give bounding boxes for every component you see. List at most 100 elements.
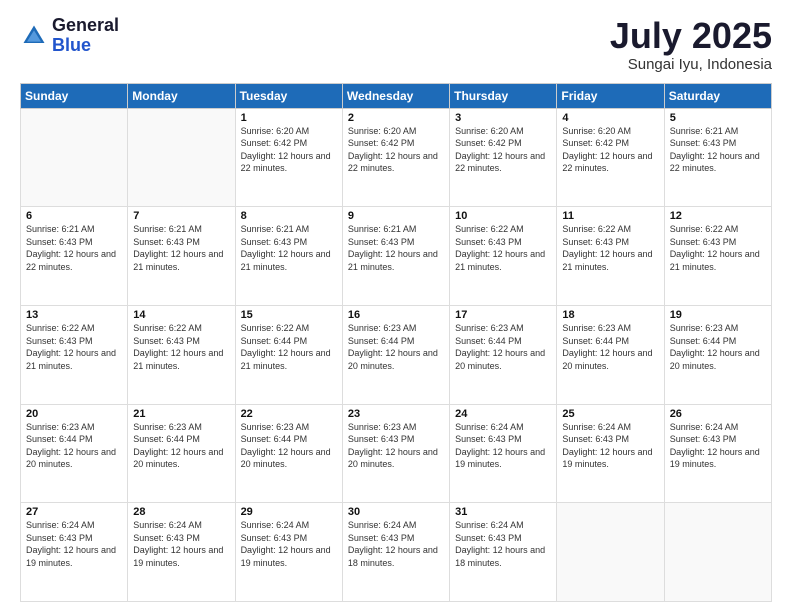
day-info: Sunrise: 6:23 AM Sunset: 6:44 PM Dayligh… [26, 421, 122, 471]
calendar-cell: 27Sunrise: 6:24 AM Sunset: 6:43 PM Dayli… [21, 503, 128, 602]
day-info: Sunrise: 6:23 AM Sunset: 6:44 PM Dayligh… [455, 322, 551, 372]
day-number: 29 [241, 506, 337, 518]
day-info: Sunrise: 6:21 AM Sunset: 6:43 PM Dayligh… [241, 223, 337, 273]
day-number: 26 [670, 408, 766, 420]
day-info: Sunrise: 6:22 AM Sunset: 6:43 PM Dayligh… [455, 223, 551, 273]
calendar-cell: 28Sunrise: 6:24 AM Sunset: 6:43 PM Dayli… [128, 503, 235, 602]
day-info: Sunrise: 6:23 AM Sunset: 6:44 PM Dayligh… [241, 421, 337, 471]
calendar-week: 20Sunrise: 6:23 AM Sunset: 6:44 PM Dayli… [21, 404, 772, 503]
calendar-cell: 7Sunrise: 6:21 AM Sunset: 6:43 PM Daylig… [128, 207, 235, 306]
day-info: Sunrise: 6:23 AM Sunset: 6:43 PM Dayligh… [348, 421, 444, 471]
day-info: Sunrise: 6:22 AM Sunset: 6:43 PM Dayligh… [26, 322, 122, 372]
day-info: Sunrise: 6:20 AM Sunset: 6:42 PM Dayligh… [348, 125, 444, 175]
day-number: 6 [26, 210, 122, 222]
day-number: 20 [26, 408, 122, 420]
logo-icon [20, 22, 48, 50]
day-number: 11 [562, 210, 658, 222]
day-info: Sunrise: 6:24 AM Sunset: 6:43 PM Dayligh… [670, 421, 766, 471]
calendar-cell [128, 108, 235, 207]
day-header: Monday [128, 83, 235, 108]
calendar-cell: 10Sunrise: 6:22 AM Sunset: 6:43 PM Dayli… [450, 207, 557, 306]
calendar-cell: 23Sunrise: 6:23 AM Sunset: 6:43 PM Dayli… [342, 404, 449, 503]
calendar-cell: 12Sunrise: 6:22 AM Sunset: 6:43 PM Dayli… [664, 207, 771, 306]
logo: General Blue [20, 16, 119, 56]
calendar-cell: 2Sunrise: 6:20 AM Sunset: 6:42 PM Daylig… [342, 108, 449, 207]
day-info: Sunrise: 6:24 AM Sunset: 6:43 PM Dayligh… [455, 519, 551, 569]
calendar-cell: 21Sunrise: 6:23 AM Sunset: 6:44 PM Dayli… [128, 404, 235, 503]
day-number: 31 [455, 506, 551, 518]
calendar-cell: 14Sunrise: 6:22 AM Sunset: 6:43 PM Dayli… [128, 305, 235, 404]
day-info: Sunrise: 6:22 AM Sunset: 6:43 PM Dayligh… [133, 322, 229, 372]
calendar-week: 6Sunrise: 6:21 AM Sunset: 6:43 PM Daylig… [21, 207, 772, 306]
day-number: 4 [562, 112, 658, 124]
calendar-cell: 13Sunrise: 6:22 AM Sunset: 6:43 PM Dayli… [21, 305, 128, 404]
title-block: July 2025 Sungai Iyu, Indonesia [610, 16, 772, 73]
calendar-cell: 6Sunrise: 6:21 AM Sunset: 6:43 PM Daylig… [21, 207, 128, 306]
days-row: SundayMondayTuesdayWednesdayThursdayFrid… [21, 83, 772, 108]
calendar-cell: 8Sunrise: 6:21 AM Sunset: 6:43 PM Daylig… [235, 207, 342, 306]
logo-general: General [52, 16, 119, 36]
day-header: Saturday [664, 83, 771, 108]
month-year: July 2025 [610, 16, 772, 56]
day-number: 1 [241, 112, 337, 124]
day-header: Thursday [450, 83, 557, 108]
day-info: Sunrise: 6:22 AM Sunset: 6:43 PM Dayligh… [670, 223, 766, 273]
day-header: Sunday [21, 83, 128, 108]
day-number: 23 [348, 408, 444, 420]
calendar-cell: 25Sunrise: 6:24 AM Sunset: 6:43 PM Dayli… [557, 404, 664, 503]
day-info: Sunrise: 6:21 AM Sunset: 6:43 PM Dayligh… [670, 125, 766, 175]
day-info: Sunrise: 6:24 AM Sunset: 6:43 PM Dayligh… [133, 519, 229, 569]
day-number: 7 [133, 210, 229, 222]
calendar-week: 1 Sunrise: 6:20 AM Sunset: 6:42 PM Daylig… [21, 108, 772, 207]
day-info: Sunrise: 6:23 AM Sunset: 6:44 PM Dayligh… [562, 322, 658, 372]
day-number: 18 [562, 309, 658, 321]
calendar-table: SundayMondayTuesdayWednesdayThursdayFrid… [20, 83, 772, 602]
calendar-cell: 5Sunrise: 6:21 AM Sunset: 6:43 PM Daylig… [664, 108, 771, 207]
day-number: 28 [133, 506, 229, 518]
calendar-cell: 16Sunrise: 6:23 AM Sunset: 6:44 PM Dayli… [342, 305, 449, 404]
day-info: Sunrise: 6:22 AM Sunset: 6:43 PM Dayligh… [562, 223, 658, 273]
calendar-cell: 29Sunrise: 6:24 AM Sunset: 6:43 PM Dayli… [235, 503, 342, 602]
header: General Blue July 2025 Sungai Iyu, Indon… [20, 16, 772, 73]
day-info: Sunrise: 6:23 AM Sunset: 6:44 PM Dayligh… [670, 322, 766, 372]
calendar-cell: 30Sunrise: 6:24 AM Sunset: 6:43 PM Dayli… [342, 503, 449, 602]
calendar-header: SundayMondayTuesdayWednesdayThursdayFrid… [21, 83, 772, 108]
day-number: 3 [455, 112, 551, 124]
logo-text: General Blue [52, 16, 119, 56]
day-number: 22 [241, 408, 337, 420]
day-header: Friday [557, 83, 664, 108]
day-number: 17 [455, 309, 551, 321]
day-info: Sunrise: 6:22 AM Sunset: 6:44 PM Dayligh… [241, 322, 337, 372]
day-number: 10 [455, 210, 551, 222]
day-number: 13 [26, 309, 122, 321]
calendar-cell: 22Sunrise: 6:23 AM Sunset: 6:44 PM Dayli… [235, 404, 342, 503]
calendar-cell: 4Sunrise: 6:20 AM Sunset: 6:42 PM Daylig… [557, 108, 664, 207]
calendar-week: 27Sunrise: 6:24 AM Sunset: 6:43 PM Dayli… [21, 503, 772, 602]
day-number: 5 [670, 112, 766, 124]
calendar-cell: 17Sunrise: 6:23 AM Sunset: 6:44 PM Dayli… [450, 305, 557, 404]
calendar-week: 13Sunrise: 6:22 AM Sunset: 6:43 PM Dayli… [21, 305, 772, 404]
calendar-cell: 19Sunrise: 6:23 AM Sunset: 6:44 PM Dayli… [664, 305, 771, 404]
day-info: Sunrise: 6:23 AM Sunset: 6:44 PM Dayligh… [348, 322, 444, 372]
day-number: 21 [133, 408, 229, 420]
location: Sungai Iyu, Indonesia [610, 56, 772, 73]
calendar-cell: 9Sunrise: 6:21 AM Sunset: 6:43 PM Daylig… [342, 207, 449, 306]
day-info: Sunrise: 6:21 AM Sunset: 6:43 PM Dayligh… [133, 223, 229, 273]
day-info: Sunrise: 6:20 AM Sunset: 6:42 PM Dayligh… [455, 125, 551, 175]
day-info: Sunrise: 6:20 AM Sunset: 6:42 PM Dayligh… [562, 125, 658, 175]
day-number: 30 [348, 506, 444, 518]
day-number: 25 [562, 408, 658, 420]
day-info: Sunrise: 6:24 AM Sunset: 6:43 PM Dayligh… [241, 519, 337, 569]
day-number: 15 [241, 309, 337, 321]
day-info: Sunrise: 6:24 AM Sunset: 6:43 PM Dayligh… [348, 519, 444, 569]
calendar-cell: 1Sunrise: 6:20 AM Sunset: 6:42 PM Daylig… [235, 108, 342, 207]
day-info: Sunrise: 6:24 AM Sunset: 6:43 PM Dayligh… [562, 421, 658, 471]
calendar-cell [664, 503, 771, 602]
calendar-cell: 31Sunrise: 6:24 AM Sunset: 6:43 PM Dayli… [450, 503, 557, 602]
calendar-cell [21, 108, 128, 207]
calendar-cell: 24Sunrise: 6:24 AM Sunset: 6:43 PM Dayli… [450, 404, 557, 503]
day-number: 12 [670, 210, 766, 222]
day-info: Sunrise: 6:21 AM Sunset: 6:43 PM Dayligh… [26, 223, 122, 273]
logo-blue: Blue [52, 36, 119, 56]
calendar-cell: 15Sunrise: 6:22 AM Sunset: 6:44 PM Dayli… [235, 305, 342, 404]
